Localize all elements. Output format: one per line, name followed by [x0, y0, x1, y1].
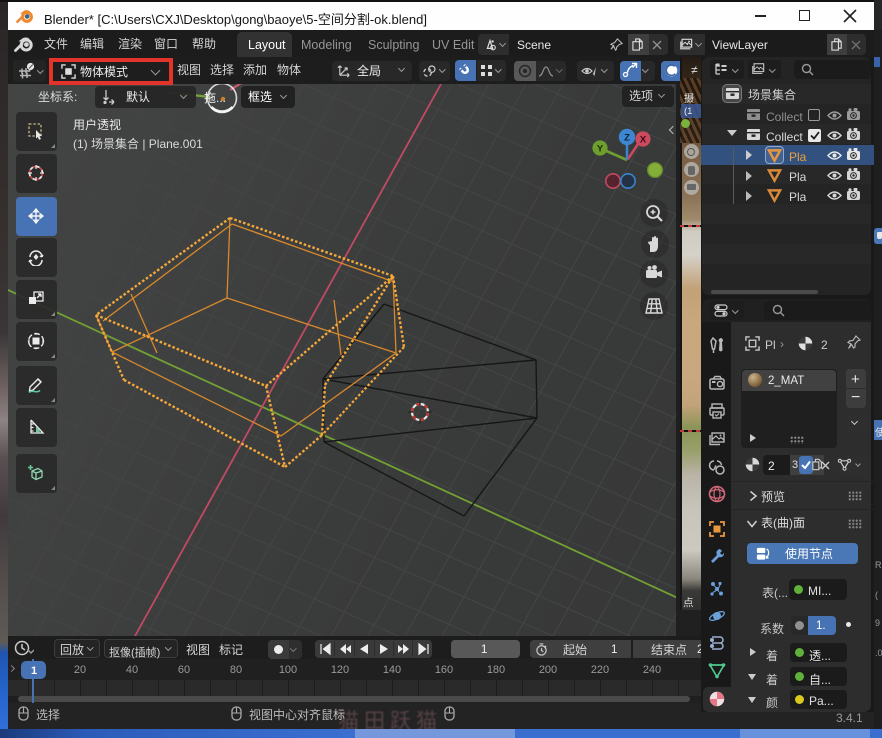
- svg-text:X: X: [640, 135, 647, 146]
- svg-text:Z: Z: [624, 133, 630, 144]
- svg-text:Y: Y: [597, 144, 604, 155]
